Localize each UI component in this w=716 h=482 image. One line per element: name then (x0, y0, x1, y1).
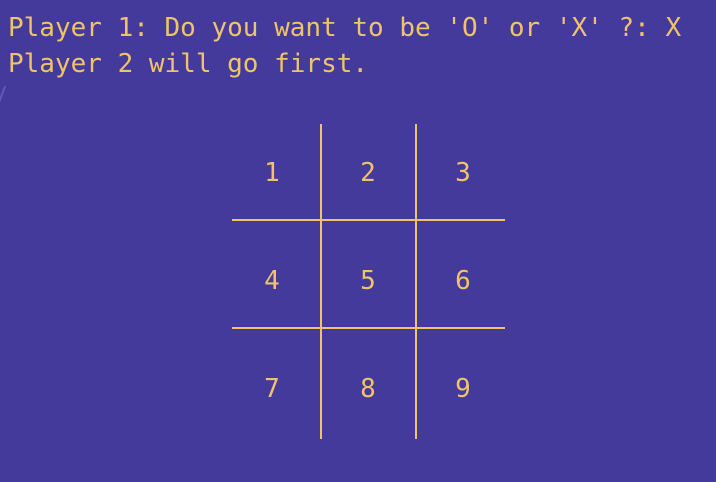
terminal-window[interactable]: Player 1: Do you want to be 'O' or 'X' ?… (0, 0, 716, 482)
board-cell-2: 2 (360, 158, 376, 188)
board-horizontal-line-bottom (232, 327, 505, 329)
board-vertical-line-right (415, 124, 417, 439)
board-cell-6: 6 (455, 266, 471, 296)
tic-tac-toe-board: 1 2 3 4 5 6 7 8 9 (0, 0, 716, 482)
board-cell-5: 5 (360, 266, 376, 296)
board-horizontal-line-top (232, 219, 505, 221)
board-cell-7: 7 (264, 374, 280, 404)
board-vertical-line-left (320, 124, 322, 439)
board-cell-8: 8 (360, 374, 376, 404)
board-cell-1: 1 (264, 158, 280, 188)
board-cell-3: 3 (455, 158, 471, 188)
board-cell-4: 4 (264, 266, 280, 296)
board-cell-9: 9 (455, 374, 471, 404)
